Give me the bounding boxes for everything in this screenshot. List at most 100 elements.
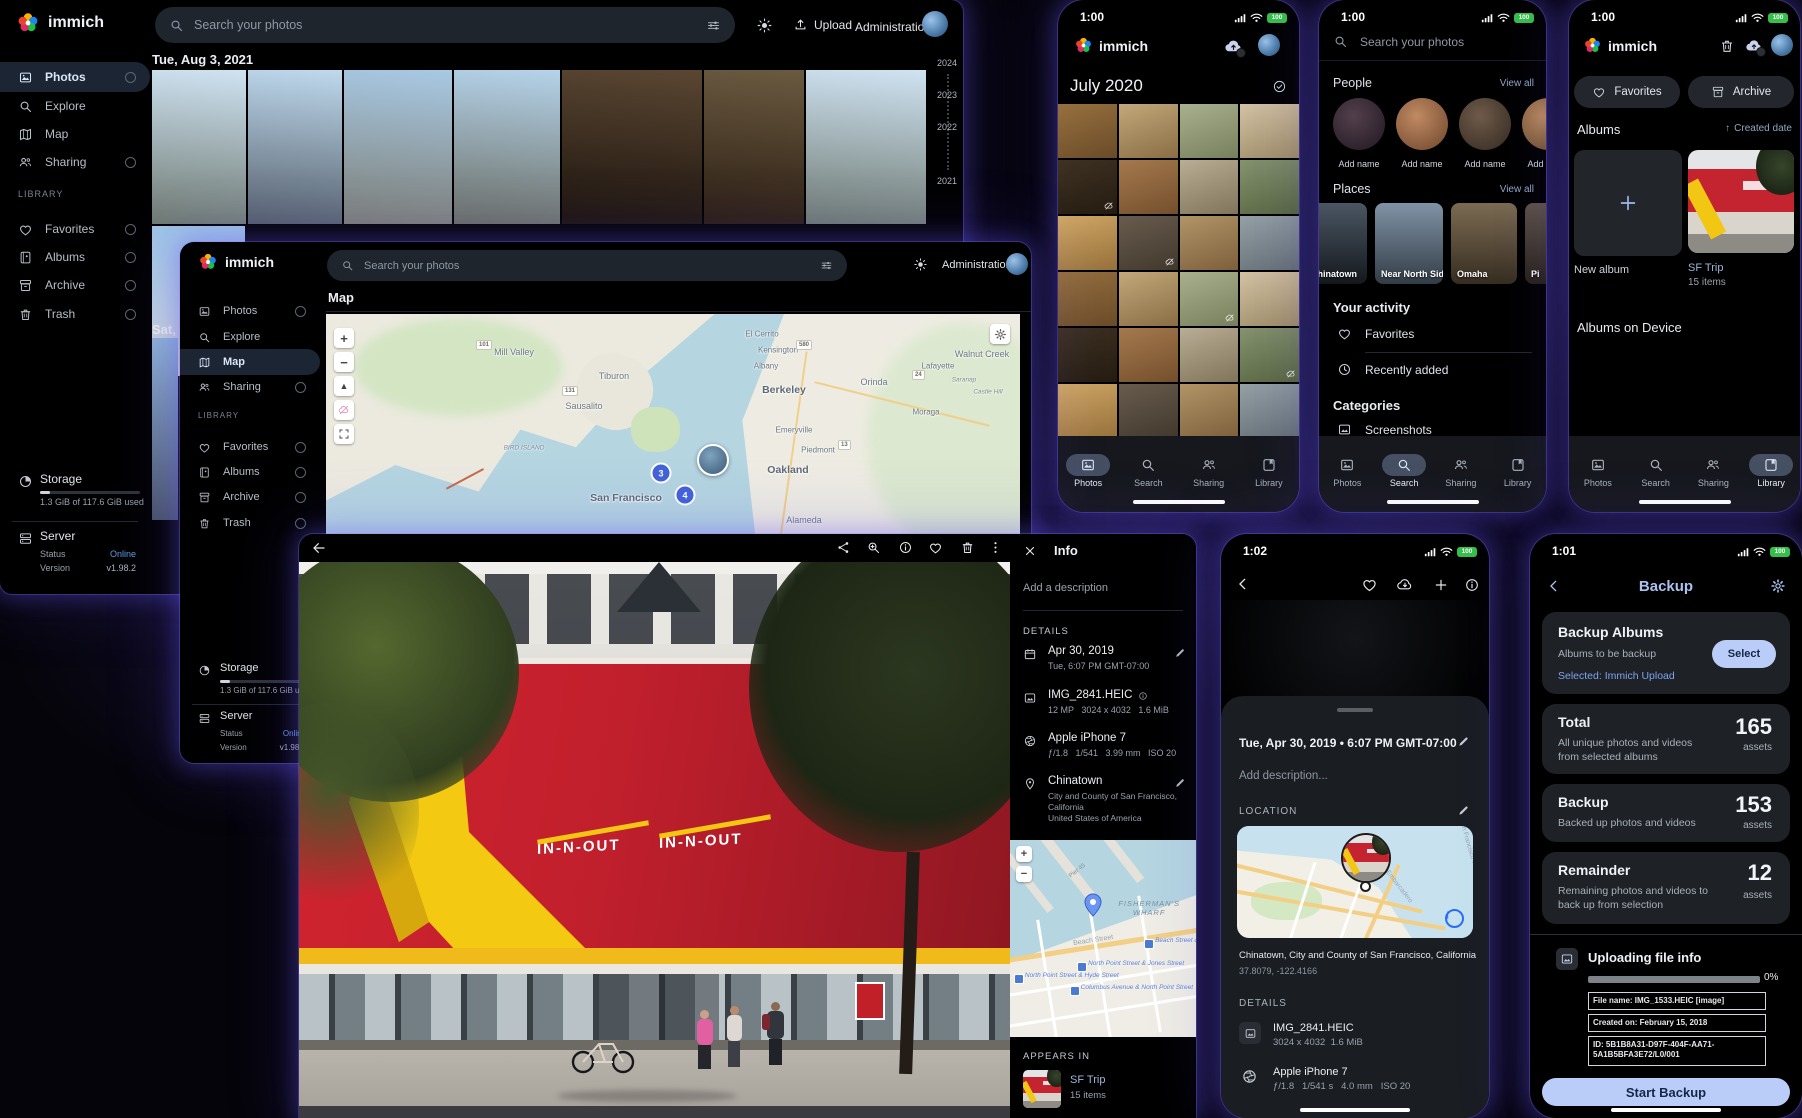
- nav-item-photos[interactable]: Photos: [1325, 454, 1369, 488]
- timeline-year[interactable]: 2024: [937, 58, 957, 68]
- more-menu-icon[interactable]: [988, 540, 1003, 555]
- photo-preview-dark[interactable]: [1221, 600, 1489, 696]
- add-to-icon[interactable]: [1433, 577, 1449, 593]
- photo-thumbnail[interactable]: [1058, 104, 1117, 158]
- sidebar-item-albums[interactable]: Albums: [0, 242, 150, 272]
- photo-thumbnail[interactable]: [1240, 272, 1299, 326]
- filter-sliders-icon[interactable]: [820, 259, 833, 272]
- location-map[interactable]: The Embarcadero San Francisco Ferry i: [1237, 826, 1473, 938]
- map-cluster-marker[interactable]: 3: [651, 463, 672, 484]
- photo-thumbnail[interactable]: [562, 70, 702, 224]
- file-info-icon[interactable]: [1138, 691, 1148, 701]
- home-indicator[interactable]: [1300, 1108, 1410, 1112]
- sheet-handle[interactable]: [1337, 708, 1373, 712]
- place-card[interactable]: Omaha: [1451, 203, 1517, 284]
- home-indicator[interactable]: [1639, 500, 1731, 504]
- sidebar-item-explore[interactable]: Explore: [180, 324, 320, 350]
- heatmap-toggle-button[interactable]: [334, 400, 354, 420]
- zoom-in-button[interactable]: +: [334, 328, 354, 348]
- album-name[interactable]: SF Trip: [1688, 262, 1723, 274]
- person-item[interactable]: Add name: [1396, 98, 1448, 169]
- person-item[interactable]: Add name: [1459, 98, 1511, 169]
- home-indicator[interactable]: [1133, 500, 1225, 504]
- photo-thumbnail[interactable]: [1119, 384, 1178, 438]
- map-settings-button[interactable]: [990, 324, 1010, 344]
- sidebar-item-sharing[interactable]: Sharing: [180, 374, 320, 400]
- nav-item-library[interactable]: Library: [1749, 454, 1793, 488]
- new-album-card[interactable]: [1574, 150, 1682, 256]
- photo-thumbnail[interactable]: [1180, 216, 1239, 270]
- sidebar-item-favorites[interactable]: Favorites: [0, 214, 150, 244]
- settings-gear-icon[interactable]: [1770, 578, 1786, 594]
- photo-thumbnail[interactable]: [1119, 104, 1178, 158]
- user-avatar[interactable]: [1258, 34, 1280, 56]
- administration-link[interactable]: Administration: [855, 20, 931, 34]
- edit-location-icon[interactable]: [1174, 777, 1186, 789]
- zoom-out-button[interactable]: −: [334, 352, 354, 372]
- timeline-year[interactable]: 2021: [937, 176, 957, 186]
- home-indicator[interactable]: [1611, 1108, 1721, 1112]
- theme-toggle-icon[interactable]: [756, 17, 773, 34]
- photo-thumbnail[interactable]: [704, 70, 804, 224]
- close-icon[interactable]: [1023, 544, 1037, 558]
- photo-thumbnail[interactable]: [152, 70, 246, 224]
- favorites-row[interactable]: Favorites: [1319, 324, 1546, 348]
- sidebar-item-albums[interactable]: Albums: [180, 459, 320, 485]
- photo-thumbnail[interactable]: [248, 70, 342, 224]
- add-name-label[interactable]: Add name: [1459, 159, 1511, 169]
- nav-item-library[interactable]: Library: [1247, 454, 1291, 488]
- photo-thumbnail[interactable]: [1180, 272, 1239, 326]
- delete-icon[interactable]: [960, 540, 975, 555]
- info-icon[interactable]: [1464, 577, 1480, 593]
- recently-added-row[interactable]: Recently added: [1319, 360, 1546, 384]
- timeline-year[interactable]: 2023: [937, 90, 957, 100]
- photo-thumbnail[interactable]: [454, 70, 560, 224]
- photo-thumbnail[interactable]: [1058, 160, 1117, 214]
- select-button[interactable]: Select: [1712, 640, 1776, 668]
- nav-item-search[interactable]: Search: [1382, 454, 1426, 488]
- add-name-label[interactable]: Add name: [1396, 159, 1448, 169]
- photo-thumbnail[interactable]: [1240, 328, 1299, 382]
- place-card[interactable]: Pi: [1525, 203, 1546, 284]
- sync-cloud-button[interactable]: [1224, 37, 1243, 56]
- photo-thumbnail[interactable]: [1240, 160, 1299, 214]
- photo-thumbnail[interactable]: [1180, 384, 1239, 438]
- search-input[interactable]: Search your photos: [155, 7, 735, 43]
- nav-item-photos[interactable]: Photos: [1576, 454, 1620, 488]
- photo-thumbnail[interactable]: [1119, 216, 1178, 270]
- back-chevron-icon[interactable]: [1235, 576, 1251, 592]
- photo-thumbnail[interactable]: [1180, 160, 1239, 214]
- timeline-year[interactable]: 2022: [937, 122, 957, 132]
- photo-thumbnail[interactable]: [1119, 160, 1178, 214]
- edit-date-icon[interactable]: [1174, 647, 1186, 659]
- sidebar-item-trash[interactable]: Trash: [180, 510, 320, 536]
- fullscreen-button[interactable]: [334, 424, 354, 444]
- person-item[interactable]: Add name: [1522, 98, 1546, 169]
- person-item[interactable]: Add name: [1333, 98, 1385, 169]
- photo-thumbnail[interactable]: [1119, 328, 1178, 382]
- archive-button[interactable]: Archive: [1688, 76, 1794, 108]
- photo-thumbnail[interactable]: [1240, 216, 1299, 270]
- zoom-icon[interactable]: [866, 540, 881, 555]
- nav-item-search[interactable]: Search: [1634, 454, 1678, 488]
- search-input[interactable]: Search your photos: [1333, 34, 1464, 49]
- photo-thumbnail[interactable]: [1058, 384, 1117, 438]
- favorite-icon[interactable]: [928, 540, 943, 555]
- sidebar-item-photos[interactable]: Photos: [0, 62, 150, 92]
- share-icon[interactable]: [836, 540, 851, 555]
- sidebar-item-archive[interactable]: Archive: [180, 484, 320, 510]
- add-description-field[interactable]: Add a description: [1023, 582, 1108, 594]
- map-info-icon[interactable]: i: [1445, 909, 1464, 928]
- home-indicator[interactable]: [1387, 500, 1479, 504]
- nav-item-sharing[interactable]: Sharing: [1187, 454, 1231, 488]
- photo-thumbnail[interactable]: [1119, 272, 1178, 326]
- photo-thumbnail[interactable]: [344, 70, 452, 224]
- add-name-label[interactable]: Add name: [1522, 159, 1546, 169]
- zoom-out-button[interactable]: −: [1016, 866, 1032, 882]
- theme-toggle-icon[interactable]: [913, 257, 928, 272]
- album-cover[interactable]: [1688, 150, 1794, 253]
- photo-thumbnail[interactable]: [1180, 104, 1239, 158]
- photo-thumbnail[interactable]: [1240, 384, 1299, 438]
- sidebar-item-favorites[interactable]: Favorites: [180, 434, 320, 460]
- sidebar-item-photos[interactable]: Photos: [180, 298, 320, 324]
